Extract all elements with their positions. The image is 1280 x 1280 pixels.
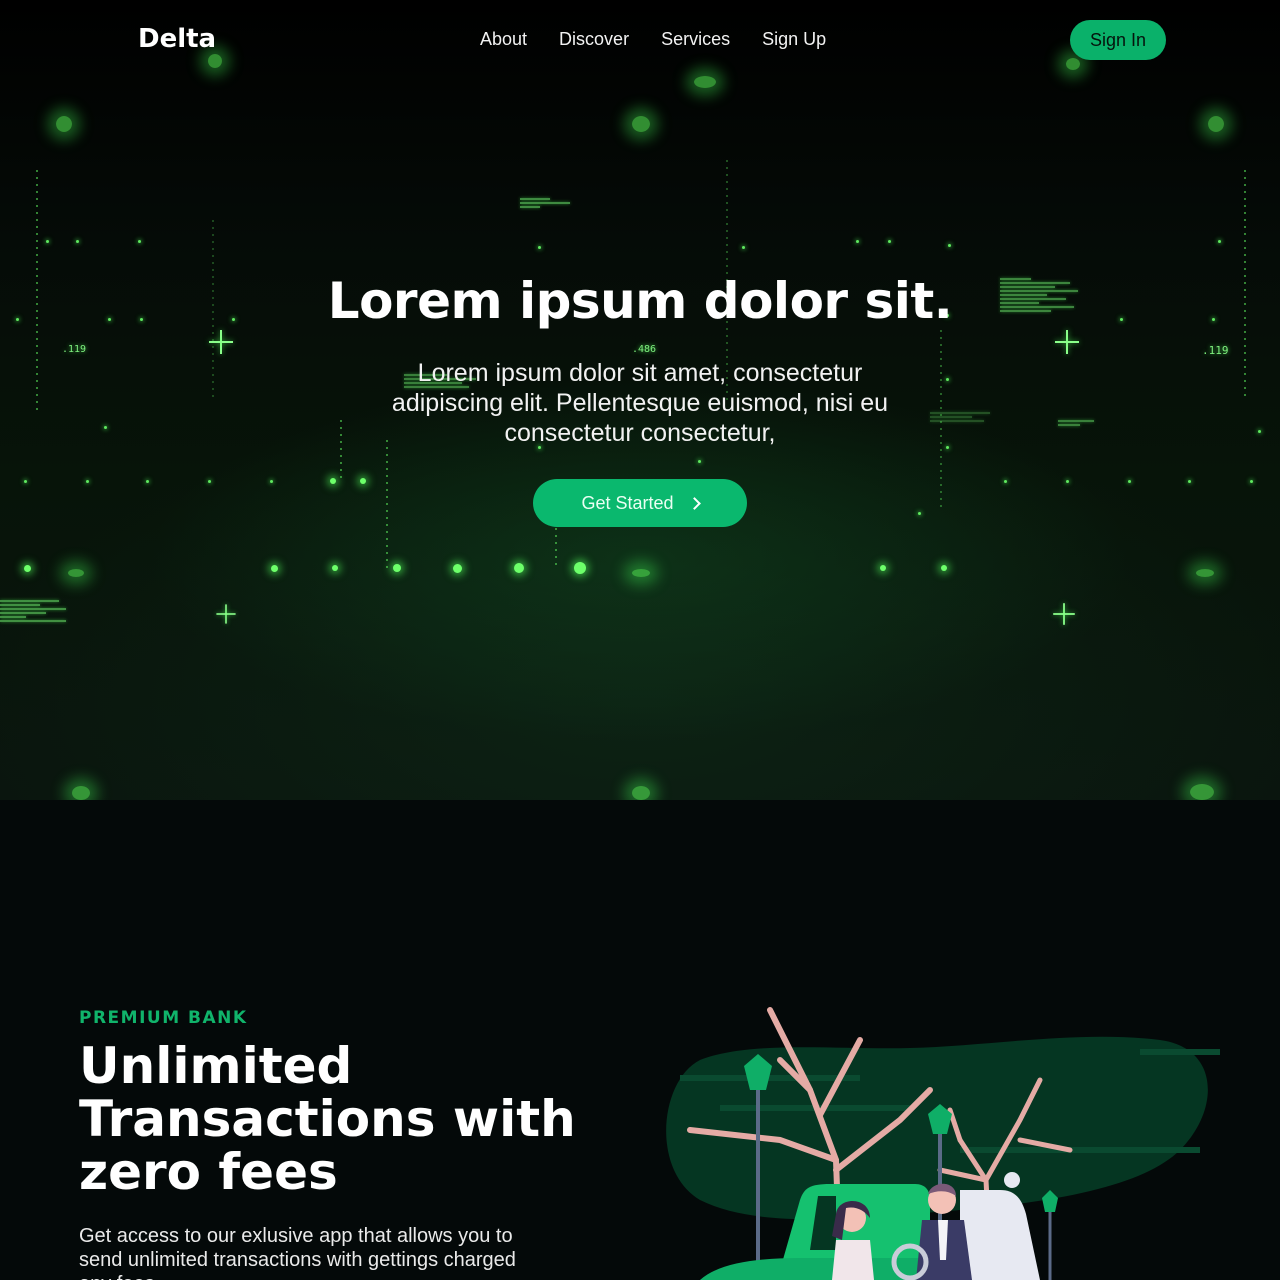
mirror	[1004, 1172, 1020, 1188]
code-fragment	[520, 196, 570, 210]
spark	[918, 512, 921, 515]
section-description: Get access to our exlusive app that allo…	[79, 1225, 516, 1280]
street-lamp	[1042, 1190, 1058, 1280]
car-illustration	[666, 1007, 1220, 1280]
matrix-tag: .486	[632, 344, 657, 355]
spark	[888, 240, 891, 243]
sign-in-button[interactable]: Sign In	[1070, 20, 1166, 60]
spark	[146, 480, 149, 483]
get-started-button[interactable]: Get Started	[533, 479, 747, 527]
matrix-tag: .119	[62, 344, 87, 355]
spark	[1250, 480, 1253, 483]
spark	[24, 480, 27, 483]
section-title: Unlimited Transactions with zero fees	[79, 1037, 576, 1201]
matrix-tag: .119	[1202, 344, 1229, 357]
spark	[946, 378, 949, 381]
passenger-body	[832, 1240, 874, 1280]
dotted-line	[386, 440, 388, 570]
spark	[1188, 480, 1191, 483]
spark	[76, 240, 79, 243]
chevron-right-icon	[687, 496, 701, 510]
glow-dot	[332, 565, 338, 571]
spark	[538, 246, 541, 249]
spark	[856, 240, 859, 243]
spark	[1258, 430, 1261, 433]
glow-dot	[393, 564, 401, 572]
glow-dot	[574, 562, 586, 574]
glow-dot	[632, 116, 650, 132]
spark	[948, 244, 951, 247]
hero-subtitle: Lorem ipsum dolor sit amet, consectetur …	[391, 359, 889, 447]
nav-link-services[interactable]: Services	[661, 29, 730, 50]
code-fragment	[930, 410, 990, 424]
nav-link-sign-up[interactable]: Sign Up	[762, 29, 826, 50]
spark	[138, 240, 141, 243]
glow-dot	[56, 116, 72, 132]
code-fragment	[1058, 418, 1094, 428]
cross-sparkle-icon	[209, 330, 233, 354]
glow-dot	[1208, 116, 1224, 132]
spark	[742, 246, 745, 249]
spark	[208, 480, 211, 483]
glow-dot	[72, 786, 90, 800]
glow-dot	[632, 569, 650, 577]
code-fragment	[0, 598, 66, 624]
glow-dot	[941, 565, 947, 571]
spark	[1004, 480, 1007, 483]
section-eyebrow: PREMIUM BANK	[79, 1008, 248, 1028]
spark	[1218, 240, 1221, 243]
brand-logo[interactable]: Delta	[138, 24, 216, 54]
glow-dot	[271, 565, 278, 572]
cross-sparkle-icon	[1053, 603, 1075, 625]
cross-sparkle-icon	[216, 604, 236, 624]
spark	[270, 480, 273, 483]
nav-menu: About Discover Services Sign Up	[480, 29, 826, 50]
glow-dot	[68, 569, 84, 577]
glow-dot	[330, 478, 336, 484]
glow-dot	[1190, 784, 1214, 800]
spark	[698, 460, 701, 463]
hero-title: Lorem ipsum dolor sit.	[327, 272, 953, 330]
navbar: Delta About Discover Services Sign Up Si…	[0, 0, 1280, 80]
glow-dot	[453, 564, 462, 573]
cross-sparkle-icon	[1055, 330, 1079, 354]
car-seat-back	[960, 1190, 1040, 1280]
spark	[946, 446, 949, 449]
glow-dot	[632, 786, 650, 800]
spark	[1128, 480, 1131, 483]
glow-dot	[514, 563, 524, 573]
spark	[1066, 480, 1069, 483]
nav-link-discover[interactable]: Discover	[559, 29, 629, 50]
get-started-label: Get Started	[581, 492, 674, 513]
hero-section: .119 .486 .119 Delta About Discover Serv…	[0, 0, 1280, 800]
glow-dot	[880, 565, 886, 571]
nav-link-about[interactable]: About	[480, 29, 527, 50]
glow-dot	[360, 478, 366, 484]
dotted-line	[340, 420, 342, 480]
spark	[86, 480, 89, 483]
glow-dot	[24, 565, 31, 572]
spark	[104, 426, 107, 429]
glow-dot	[1196, 569, 1214, 577]
spark	[46, 240, 49, 243]
